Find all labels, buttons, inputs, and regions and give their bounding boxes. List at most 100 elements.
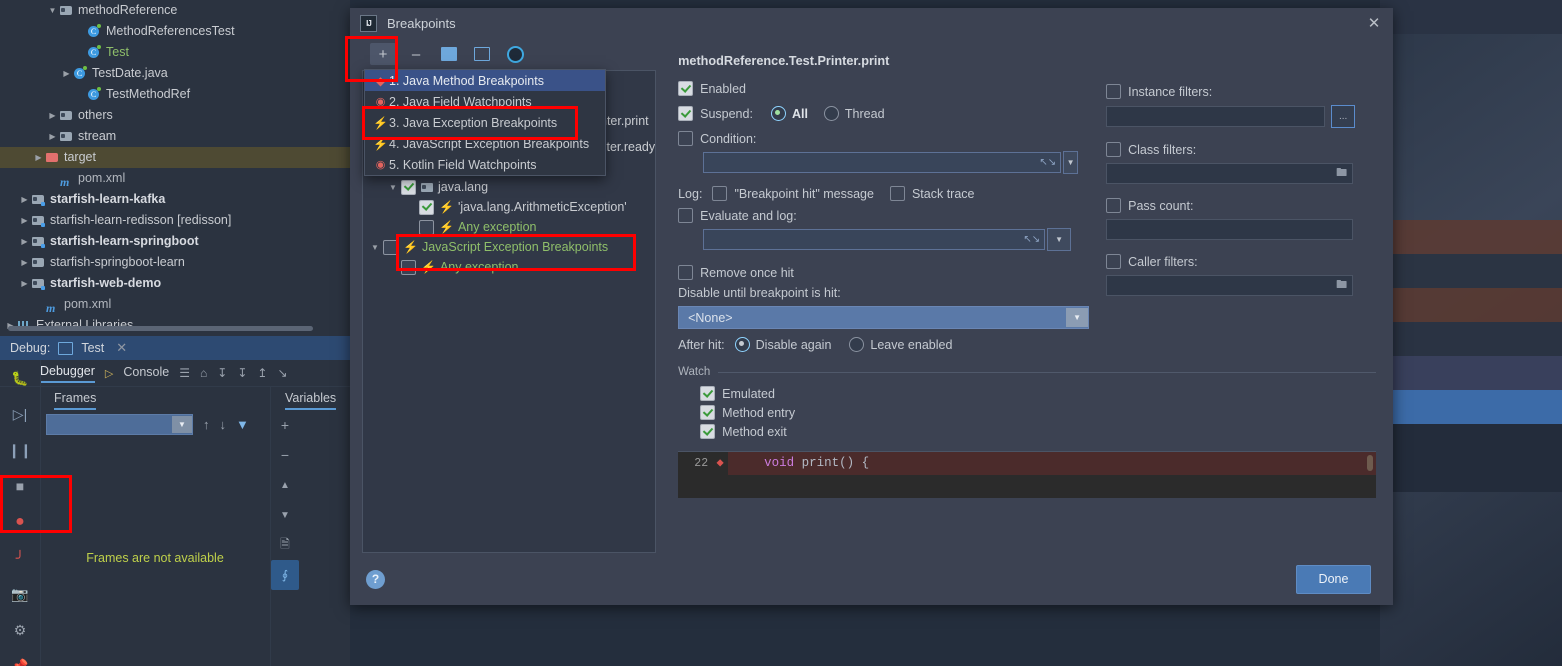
breakpoint-tree-item[interactable]: ⚡'java.lang.ArithmeticException': [363, 197, 655, 217]
popup-menu-item[interactable]: ⚡ 4. JavaScript Exception Breakpoints: [365, 133, 605, 154]
chevron-down-icon[interactable]: ▼: [172, 415, 192, 433]
tab-console[interactable]: Console: [123, 365, 169, 382]
popup-menu-item[interactable]: ◆ 1. Java Method Breakpoints: [365, 70, 605, 91]
remove-watch-icon[interactable]: −: [271, 440, 299, 470]
evaluate-field-row[interactable]: ↖↘ ▼: [678, 228, 1078, 251]
breakpoint-tree-item[interactable]: ⚡ Any exception: [363, 257, 655, 277]
breakpoint-enabled-checkbox[interactable]: [419, 219, 434, 235]
project-tree-item[interactable]: ▶CTest: [0, 42, 350, 63]
breakpoint-enabled-checkbox[interactable]: [401, 259, 416, 275]
chevron-right-icon[interactable]: ▶: [18, 252, 31, 273]
instance-filters-row[interactable]: Instance filters:: [1106, 84, 1376, 99]
project-tree-item[interactable]: ▶CMethodReferencesTest: [0, 21, 350, 42]
frames-pane[interactable]: Frames ▼ ↑ ↓ ▼ Frames are not available: [40, 386, 270, 666]
class-filters-checkbox[interactable]: [1106, 142, 1122, 157]
run-to-cursor-icon[interactable]: ↘: [277, 366, 287, 380]
copy-value-icon[interactable]: 🗎: [271, 530, 299, 560]
breakpoints-toolbar[interactable]: + –: [362, 38, 656, 70]
chevron-right-icon[interactable]: ▶: [18, 189, 31, 210]
log-message-checkbox[interactable]: [712, 186, 728, 201]
add-watch-icon[interactable]: +: [271, 410, 299, 440]
enabled-checkbox[interactable]: [678, 81, 694, 96]
watch-option-row[interactable]: Method exit: [678, 424, 1376, 439]
caller-filters-checkbox[interactable]: [1106, 254, 1122, 269]
watch-option-row[interactable]: Emulated: [678, 386, 1376, 401]
debugger-tabs[interactable]: Debugger ▷ Console ☰ ⌂ ↧ ↧ ↥ ↘: [0, 360, 350, 387]
instance-filters-browse-button[interactable]: ...: [1331, 105, 1356, 128]
after-hit-row[interactable]: After hit: Disable again Leave enabled: [678, 337, 1078, 352]
close-tab-icon[interactable]: ✕: [116, 340, 127, 356]
project-tree-item[interactable]: ▶ others: [0, 105, 350, 126]
evaluate-and-log-input[interactable]: ↖↘: [703, 229, 1046, 250]
thread-selector-combo[interactable]: ▼: [46, 413, 193, 435]
view-breakpoints-icon[interactable]: ●: [0, 504, 40, 540]
layout-menu-icon[interactable]: ☰: [179, 366, 190, 380]
disable-until-combo[interactable]: <None> ▼: [678, 306, 1090, 329]
step-over-icon[interactable]: ⌂: [200, 366, 207, 380]
caller-filters-row[interactable]: Caller filters:: [1106, 254, 1376, 269]
group-by-file-icon[interactable]: [436, 43, 462, 65]
suspend-thread-radio[interactable]: [823, 106, 839, 121]
group-by-type-icon[interactable]: [469, 43, 495, 65]
pass-count-row[interactable]: Pass count:: [1106, 198, 1376, 213]
popup-menu-item[interactable]: ◉ 2. Java Field Watchpoints: [365, 91, 605, 112]
project-tree-item[interactable]: ▶ C TestDate.java: [0, 63, 350, 84]
add-breakpoint-button[interactable]: +: [370, 43, 396, 65]
mute-breakpoints-icon[interactable]: [502, 43, 528, 65]
folder-icon[interactable]: 🖿: [1336, 164, 1352, 183]
stack-trace-checkbox[interactable]: [889, 186, 905, 201]
instance-filters-checkbox[interactable]: [1106, 84, 1122, 99]
condition-input[interactable]: ↖↘: [703, 152, 1062, 173]
filter-icon[interactable]: ▼: [236, 417, 249, 432]
remove-once-hit-row[interactable]: Remove once hit: [678, 265, 1078, 280]
help-icon[interactable]: ?: [366, 569, 385, 589]
stop-program-icon[interactable]: ■: [0, 468, 40, 504]
force-step-into-icon[interactable]: ↧: [237, 366, 247, 380]
chevron-right-icon[interactable]: ▶: [46, 105, 59, 126]
breakpoint-tree-item[interactable]: ▼ java.lang: [363, 177, 655, 197]
project-tree-item[interactable]: ▶ starfish-web-demo: [0, 273, 350, 294]
code-preview[interactable]: 22 ◆ void print() {: [678, 451, 1377, 498]
move-watch-down-icon[interactable]: ▼: [271, 500, 299, 530]
pin-icon[interactable]: 📌: [0, 648, 40, 666]
project-tree-item[interactable]: ▶ target: [0, 147, 350, 168]
condition-field-row[interactable]: ↖↘ ▼: [678, 151, 1079, 174]
suspend-all-radio[interactable]: [770, 106, 786, 121]
chevron-right-icon[interactable]: ▶: [60, 63, 73, 84]
move-watch-up-icon[interactable]: ▲: [271, 470, 299, 500]
after-hit-leave-enabled-radio[interactable]: [849, 337, 865, 352]
caller-filters-input[interactable]: 🖿: [1106, 275, 1354, 296]
project-tree-item[interactable]: ▶mpom.xml: [0, 168, 350, 189]
step-out-icon[interactable]: ↥: [257, 366, 267, 380]
evaluate-history-chevron-icon[interactable]: ▼: [1047, 228, 1072, 251]
class-filters-input[interactable]: 🖿: [1106, 163, 1354, 184]
pass-count-input[interactable]: [1106, 219, 1354, 240]
project-tree-item[interactable]: ▶ starfish-learn-redisson [redisson]: [0, 210, 350, 231]
camera-icon[interactable]: 📷: [0, 576, 40, 612]
debug-tool-window[interactable]: Debug: Test ✕ 🐛 ▷| ❙❙ ■ ● ╯ 📷 ⚙ 📌 Debugg…: [0, 336, 350, 666]
inline-watches-icon[interactable]: ∮: [271, 560, 299, 590]
chevron-down-icon[interactable]: ▼: [367, 243, 383, 252]
suspend-checkbox[interactable]: [678, 106, 694, 121]
move-down-icon[interactable]: ↓: [220, 417, 227, 432]
project-tree-item[interactable]: ▶ starfish-learn-kafka: [0, 189, 350, 210]
condition-row[interactable]: Condition:: [678, 131, 1078, 146]
project-horizontal-scrollbar[interactable]: [8, 326, 313, 331]
watch-options[interactable]: Emulated Method entry Method exit: [678, 386, 1376, 439]
pause-program-icon[interactable]: ❙❙: [0, 432, 40, 468]
breakpoint-enabled-checkbox[interactable]: [401, 179, 416, 195]
breakpoint-tree-item[interactable]: ⚡ Any exception: [363, 217, 655, 237]
class-filters-row[interactable]: Class filters:: [1106, 142, 1376, 157]
project-tool-window[interactable]: ▼methodReference▶CMethodReferencesTest▶C…: [0, 0, 350, 336]
watch-option-row[interactable]: Method entry: [678, 405, 1376, 420]
after-hit-disable-again-radio[interactable]: [734, 337, 750, 352]
resume-program-icon[interactable]: ▷|: [0, 396, 40, 432]
instance-filters-input[interactable]: [1106, 106, 1326, 127]
chevron-right-icon[interactable]: ▶: [18, 231, 31, 252]
debug-tab-label[interactable]: Test: [81, 341, 104, 355]
chevron-right-icon[interactable]: ▶: [18, 273, 31, 294]
enabled-row[interactable]: Enabled: [678, 81, 1078, 96]
project-tree-item[interactable]: ▶ starfish-springboot-learn: [0, 252, 350, 273]
add-breakpoint-popup-menu[interactable]: ◆ 1. Java Method Breakpoints ◉ 2. Java Fiel…: [364, 69, 606, 176]
project-tree-item[interactable]: ▶ starfish-learn-springboot: [0, 231, 350, 252]
